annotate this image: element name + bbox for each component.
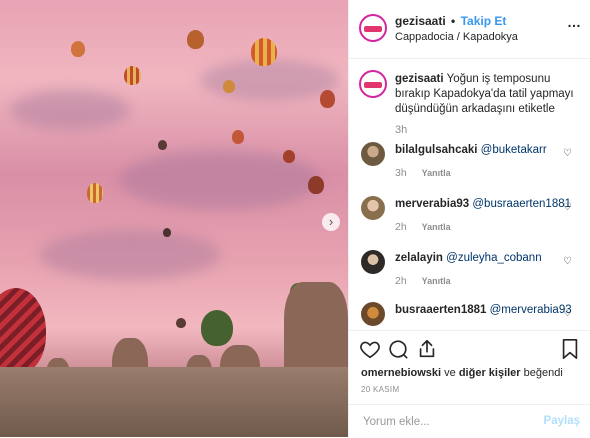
balloon <box>308 176 324 194</box>
balloon <box>251 38 277 66</box>
balloon <box>283 150 295 163</box>
avatar[interactable] <box>361 302 385 326</box>
comment-meta: 2h Yanıtla <box>395 275 451 287</box>
mention-link[interactable]: @buketakarr <box>481 144 547 156</box>
location-link[interactable]: Cappadocia / Kapadokya <box>395 31 518 43</box>
likes-summary: omernebiowski ve diğer kişiler beğendi <box>361 367 563 379</box>
cloud <box>40 230 220 280</box>
mention-link[interactable]: @busraaerten1881 <box>472 198 571 210</box>
username-link[interactable]: gezisaati <box>395 14 446 28</box>
add-comment-bar: Paylaş <box>349 404 590 438</box>
reply-button[interactable]: Yanıtla <box>422 168 451 178</box>
comment-time[interactable]: 2h <box>395 221 407 233</box>
follow-button[interactable]: Takip Et <box>461 14 507 28</box>
balloon <box>124 66 141 85</box>
bookmark-icon[interactable] <box>560 338 580 366</box>
separator: • <box>451 14 456 28</box>
balloon <box>232 130 244 144</box>
comment-username[interactable]: merverabia93 <box>395 198 469 210</box>
header-username-line: gezisaati • Takip Et <box>395 14 506 28</box>
like-comment-heart-icon[interactable]: ♡ <box>563 308 572 319</box>
balloon <box>71 41 85 57</box>
other-likers-link[interactable]: diğer kişiler <box>459 367 521 379</box>
like-comment-heart-icon[interactable]: ♡ <box>563 256 572 267</box>
comment-item: merverabia93 @busraaerten1881 2h Yanıtla… <box>349 194 590 244</box>
balloon <box>163 228 171 237</box>
caption-username[interactable]: gezisaati <box>395 73 444 85</box>
comment-bubble-icon[interactable] <box>387 338 409 366</box>
share-icon[interactable] <box>416 338 438 366</box>
reply-button[interactable]: Yanıtla <box>422 222 451 232</box>
caption-time[interactable]: 3h <box>395 124 407 136</box>
comment-text: bilalgulsahcaki @buketakarr <box>395 144 547 156</box>
caption: gezisaati Yoğun iş temposunu bırakıp Kap… <box>349 60 590 140</box>
comment-time[interactable]: 2h <box>395 275 407 287</box>
comment-username[interactable]: busraaerten1881 <box>395 304 486 316</box>
more-options-icon[interactable]: … <box>567 14 582 30</box>
landscape-ground <box>0 367 348 437</box>
comment-meta: 3h Yanıtla <box>395 167 451 179</box>
balloon <box>0 288 46 374</box>
avatar[interactable] <box>359 70 387 98</box>
comment-username[interactable]: bilalgulsahcaki <box>395 144 477 156</box>
cloud <box>200 60 340 100</box>
comment-text: zelalayin @zuleyha_cobann <box>395 252 542 264</box>
comment-username[interactable]: zelalayin <box>395 252 443 264</box>
comment-time[interactable]: 3h <box>395 167 407 179</box>
post-comment-button[interactable]: Paylaş <box>544 415 580 427</box>
reply-button[interactable]: Yanıtla <box>422 276 451 286</box>
avatar[interactable] <box>359 14 387 42</box>
likes-connector: ve <box>444 367 456 379</box>
avatar[interactable] <box>361 142 385 166</box>
avatar[interactable] <box>361 196 385 220</box>
liker-username[interactable]: omernebiowski <box>361 367 441 379</box>
post-header: gezisaati • Takip Et Cappadocia / Kapado… <box>349 0 590 59</box>
likes-suffix: beğendi <box>523 367 563 379</box>
post-date[interactable]: 20 KASIM <box>361 385 399 394</box>
comment-text: busraaerten1881 @merverabia93 <box>395 304 572 316</box>
balloon <box>223 80 235 93</box>
balloon <box>158 140 167 150</box>
comment-input[interactable] <box>361 415 535 429</box>
next-photo-button[interactable]: › <box>322 213 340 231</box>
like-heart-icon[interactable] <box>359 338 381 366</box>
like-comment-heart-icon[interactable]: ♡ <box>563 148 572 159</box>
comment-item: bilalgulsahcaki @buketakarr 3h Yanıtla ♡ <box>349 140 590 190</box>
balloon <box>176 318 186 328</box>
post-photo[interactable]: › <box>0 0 348 437</box>
comment-item: zelalayin @zuleyha_cobann 2h Yanıtla ♡ <box>349 248 590 298</box>
avatar[interactable] <box>361 250 385 274</box>
mention-link[interactable]: @zuleyha_cobann <box>446 252 541 264</box>
balloon <box>201 310 233 346</box>
balloon <box>187 30 204 49</box>
like-comment-heart-icon[interactable]: ♡ <box>563 202 572 213</box>
cloud <box>10 90 130 130</box>
caption-text: gezisaati Yoğun iş temposunu bırakıp Kap… <box>395 72 580 117</box>
comment-meta: 2h Yanıtla <box>395 221 451 233</box>
comment-text: merverabia93 @busraaerten1881 <box>395 198 571 210</box>
mention-link[interactable]: @merverabia93 <box>490 304 572 316</box>
balloon <box>320 90 335 108</box>
balloon <box>87 183 103 203</box>
